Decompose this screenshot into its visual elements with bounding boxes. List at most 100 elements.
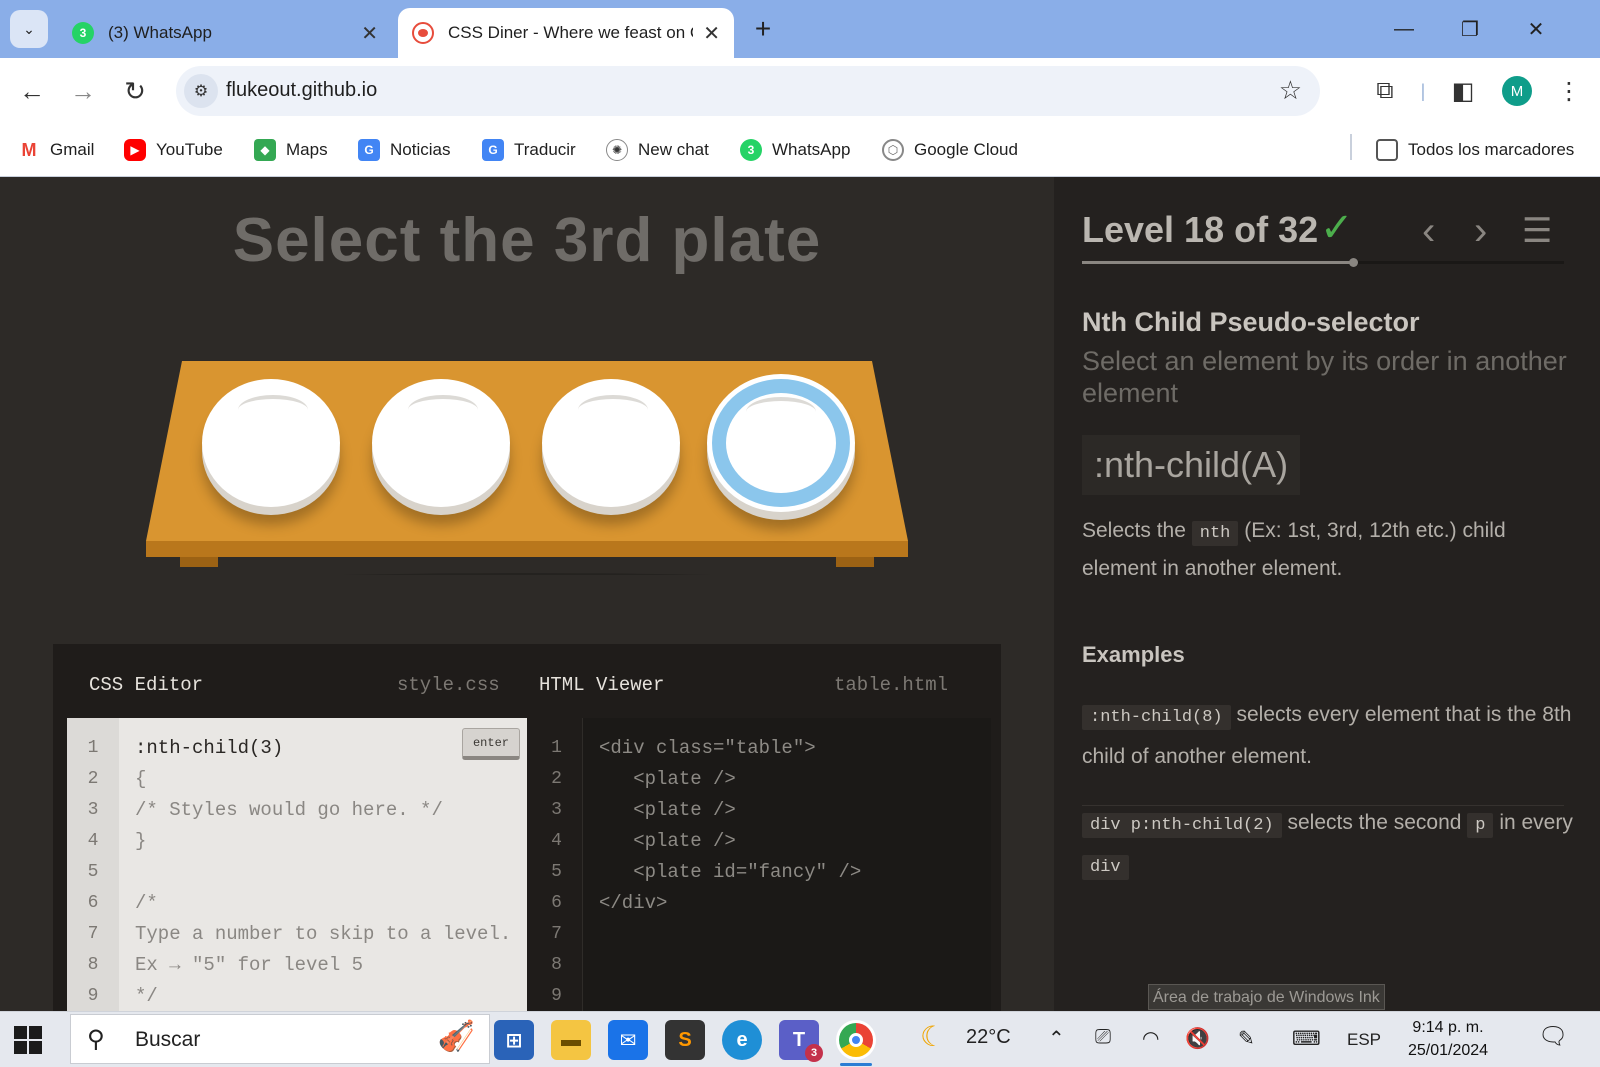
code-line: Type a number to skip to a level. xyxy=(135,923,512,945)
markup-line-table[interactable]: <div class="table"> xyxy=(599,733,861,764)
selector-syntax: :nth-child(A) xyxy=(1082,435,1301,495)
edge-icon[interactable]: e xyxy=(722,1020,762,1060)
teams-icon[interactable]: T3 xyxy=(779,1020,823,1062)
bookmark-label: Todos los marcadores xyxy=(1408,140,1575,159)
all-bookmarks-folder[interactable]: Todos los marcadores xyxy=(1376,135,1574,165)
restore-button[interactable]: ❐ xyxy=(1450,10,1490,48)
file-explorer-icon[interactable]: ▬ xyxy=(551,1020,591,1060)
markup-line-plate[interactable]: <plate /> xyxy=(599,795,861,826)
css-selector-input[interactable]: :nth-child(3) xyxy=(135,733,511,764)
bookmark-traducir[interactable]: G Traducir xyxy=(482,135,576,165)
translate-icon: G xyxy=(482,139,504,161)
weather-temperature[interactable]: 22°C xyxy=(966,1026,1011,1049)
table-leg-right xyxy=(836,557,874,567)
system-clock[interactable]: 9:14 p. m. 25/01/2024 xyxy=(1400,1016,1496,1062)
close-icon[interactable]: ✕ xyxy=(703,21,720,46)
bookmark-maps[interactable]: ◆ Maps xyxy=(254,135,328,165)
next-level-button[interactable]: › xyxy=(1474,209,1487,254)
markup-line-plate[interactable]: <plate /> xyxy=(599,826,861,857)
input-language[interactable]: ESP xyxy=(1347,1030,1381,1050)
plate-1[interactable] xyxy=(202,379,340,507)
close-window-button[interactable]: ✕ xyxy=(1516,10,1556,48)
bookmark-label: Noticias xyxy=(390,140,451,159)
show-hidden-icons[interactable]: ⌃ xyxy=(1048,1026,1065,1051)
tab-whatsapp[interactable]: 3 (3) WhatsApp ✕ xyxy=(58,8,392,58)
tab-strip: ⌄ 3 (3) WhatsApp ✕ CSS Diner - Where we … xyxy=(0,0,1600,58)
code-line: /* xyxy=(135,892,158,914)
example-text: in every xyxy=(1499,811,1573,834)
markup-line-fancy-plate[interactable]: <plate id="fancy" /> xyxy=(599,857,861,888)
sublime-text-icon[interactable]: S xyxy=(665,1020,705,1060)
weather-moon-icon[interactable]: ☾ xyxy=(920,1020,945,1053)
line-numbers: 123456789 xyxy=(67,718,119,1011)
minimize-button[interactable]: — xyxy=(1384,10,1424,48)
side-panel-icon[interactable]: ◧ xyxy=(1444,72,1482,110)
html-viewer-pane: 123456789 <div class="table"> <plate /> … xyxy=(531,718,991,1011)
close-icon[interactable]: ✕ xyxy=(361,21,378,46)
level-indicator: Level 18 of 32 xyxy=(1082,209,1319,250)
kebab-menu-icon[interactable]: ⋮ xyxy=(1550,72,1588,110)
taskbar-search[interactable]: ⚲ Buscar 🎻 xyxy=(70,1014,490,1064)
bookmark-star-icon[interactable]: ☆ xyxy=(1279,75,1302,106)
desc-text: Selects the xyxy=(1082,519,1186,542)
code-line: */ xyxy=(135,985,158,1007)
chrome-icon[interactable] xyxy=(836,1020,876,1066)
tab-search-button[interactable]: ⌄ xyxy=(10,10,48,48)
desc-code: nth xyxy=(1191,521,1239,546)
enter-button[interactable]: enter xyxy=(462,728,520,760)
url-text[interactable]: flukeout.github.io xyxy=(226,79,377,102)
search-placeholder: Buscar xyxy=(135,1028,201,1051)
bookmark-new-chat[interactable]: ✺ New chat xyxy=(606,135,709,165)
progress-knob xyxy=(1349,258,1359,267)
previous-level-button[interactable]: ‹ xyxy=(1422,209,1435,254)
address-bar[interactable]: ⚙ flukeout.github.io ☆ xyxy=(176,66,1320,116)
css-file-name: style.css xyxy=(397,674,500,696)
profile-avatar[interactable]: M xyxy=(1502,76,1532,106)
notification-badge: 3 xyxy=(805,1044,823,1062)
back-button[interactable]: ← xyxy=(13,72,51,110)
notification-center-icon[interactable]: 🗨 xyxy=(1538,1022,1568,1051)
example-code: p xyxy=(1467,813,1494,838)
selector-name: Nth Child Pseudo-selector xyxy=(1082,307,1420,337)
example-code: :nth-child(8) xyxy=(1082,705,1231,730)
folder-icon xyxy=(1376,139,1398,161)
windows-start-button[interactable] xyxy=(14,1026,42,1054)
extensions-icon[interactable]: ⧉ xyxy=(1366,72,1404,110)
forward-button[interactable]: → xyxy=(64,72,102,110)
level-header: Level 18 of 32 ✓ ‹ › ☰ xyxy=(1082,206,1562,259)
markup-line-plate[interactable]: <plate /> xyxy=(599,764,861,795)
touch-keyboard-icon[interactable]: ⌨ xyxy=(1292,1026,1321,1051)
bookmark-whatsapp[interactable]: 3 WhatsApp xyxy=(740,135,850,165)
plate-2[interactable] xyxy=(372,379,510,507)
plate-3[interactable] xyxy=(542,379,680,507)
toolbar-divider: | xyxy=(1420,80,1426,101)
bookmark-noticias[interactable]: G Noticias xyxy=(358,135,450,165)
bookmark-label: WhatsApp xyxy=(772,140,851,159)
bookmark-label: Google Cloud xyxy=(914,140,1018,159)
bookmark-gmail[interactable]: M Gmail xyxy=(18,135,94,165)
tab-css-diner[interactable]: CSS Diner - Where we feast on CSS ✕ xyxy=(398,8,734,58)
line-numbers: 123456789 xyxy=(531,718,583,1011)
volume-muted-icon[interactable]: 🔇 xyxy=(1185,1026,1210,1051)
table-edge xyxy=(146,541,908,557)
whatsapp-icon: 3 xyxy=(72,22,94,44)
css-editor-title: CSS Editor xyxy=(89,674,204,696)
plate-fancy[interactable] xyxy=(712,379,850,507)
html-viewer-header: HTML Viewer table.html xyxy=(531,644,1001,718)
site-settings-icon[interactable]: ⚙ xyxy=(184,74,218,108)
microsoft-store-icon[interactable]: ⊞ xyxy=(494,1020,534,1060)
meet-now-icon[interactable]: ⎚ xyxy=(1095,1026,1111,1049)
reload-button[interactable]: ↻ xyxy=(116,72,154,110)
html-file-name: table.html xyxy=(834,674,949,696)
pen-ink-icon[interactable]: ✎ xyxy=(1238,1026,1255,1051)
css-editor-header: CSS Editor style.css xyxy=(53,644,531,718)
bookmark-google-cloud[interactable]: ⬡ Google Cloud xyxy=(882,135,1018,165)
bookmark-youtube[interactable]: ▶ YouTube xyxy=(124,135,223,165)
clock-time: 9:14 p. m. xyxy=(1412,1019,1484,1036)
level-menu-icon[interactable]: ☰ xyxy=(1522,211,1552,251)
css-editor-pane[interactable]: 123456789 :nth-child(3) { /* Styles woul… xyxy=(67,718,527,1011)
mail-icon[interactable]: ✉ xyxy=(608,1020,648,1060)
gmail-icon: M xyxy=(18,139,40,161)
new-tab-button[interactable]: + xyxy=(746,12,780,46)
wifi-icon[interactable]: ◠ xyxy=(1142,1026,1159,1051)
